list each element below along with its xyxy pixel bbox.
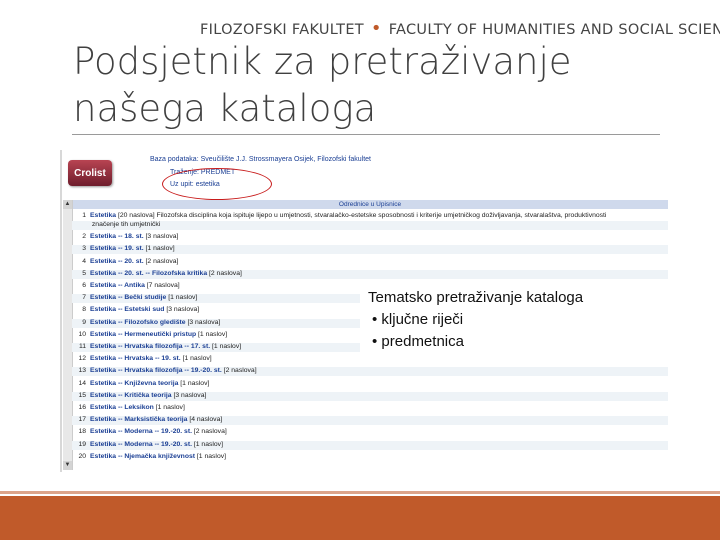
list-item: 3 Estetika -- 19. st. [1 naslov] (72, 245, 668, 255)
list-item-number: 20 (78, 452, 86, 460)
page-title-line-1: Podsjetnik za pretraživanje (73, 40, 572, 83)
list-item-detail: [3 naslova] (145, 233, 179, 241)
list-item-number: 7 (82, 294, 86, 302)
list-item-detail: [2 naslova] (223, 367, 257, 375)
list-item-link[interactable]: Estetika -- Hermeneutički pristup (90, 331, 196, 338)
list-item-link[interactable]: Estetika -- Njemačka književnost (90, 453, 195, 460)
list-item: 20 Estetika -- Njemačka književnost [1 na… (72, 453, 668, 462)
list-item-detail: [3 naslova] (173, 391, 207, 399)
list-item-detail: [7 naslova] (146, 282, 180, 289)
list-item-number: 6 (82, 282, 86, 289)
list-item-link[interactable]: Estetika -- 20. st. (90, 258, 144, 265)
scroll-down-icon[interactable]: ▼ (63, 461, 72, 470)
list-item-number: 15 (78, 391, 86, 399)
database-label: Baza podataka: (150, 156, 199, 163)
list-item-detail: [2 naslova] (145, 257, 179, 265)
list-item: 18 Estetika -- Moderna -- 19.-20. st. [2 … (72, 428, 668, 437)
brand-separator: • (370, 18, 382, 39)
list-item-link[interactable]: Estetika -- Kritička teorija (90, 392, 172, 399)
list-item: 1 Estetika [20 naslova] Filozofska discip… (72, 212, 668, 221)
list-item-link[interactable]: Estetika (90, 212, 116, 219)
scroll-up-icon[interactable]: ▲ (63, 200, 72, 209)
list-item-link[interactable]: Estetika -- Bečki studije (90, 294, 166, 301)
database-value[interactable]: Sveučilište J.J. Strossmayera Osijek, Fi… (201, 156, 371, 163)
list-item-number: 14 (78, 379, 86, 387)
list-item-detail: [3 naslova] (187, 318, 221, 326)
list-item-link[interactable]: Estetika -- Leksikon (90, 404, 154, 411)
list-item-link[interactable]: Estetika -- Moderna -- 19.-20. st. (90, 428, 192, 435)
list-item-number: 5 (82, 269, 86, 277)
list-item-detail: [2 naslova] (208, 269, 242, 277)
list-item-number: 19 (78, 440, 86, 448)
list-item-detail: [1 naslov] (182, 355, 212, 363)
list-item: 2 Estetika -- 18. st. [3 naslova] (72, 233, 668, 242)
brand-left: FILOZOFSKI FAKULTET (200, 22, 364, 38)
list-item-number: 16 (78, 404, 86, 411)
list-item-number: 12 (78, 355, 86, 363)
annotation-bullet-subject: • predmetnica (372, 333, 464, 350)
list-item-link[interactable]: Estetika -- Filozofsko gledište (90, 319, 186, 326)
list-item-number: 8 (82, 306, 86, 314)
list-item-number: 1 (82, 212, 86, 219)
list-item-detail: [2 naslova] (193, 428, 227, 436)
list-item-number: 18 (78, 428, 86, 436)
list-item-link[interactable]: Estetika -- Hrvatska filozofija -- 17. s… (90, 343, 210, 350)
list-item-detail: [1 naslov] (198, 330, 228, 338)
list-item: 13 Estetika -- Hrvatska filozofija -- 19.… (72, 367, 668, 377)
list-item-link[interactable]: Estetika -- Marksistička teorija (90, 416, 187, 423)
annotation-bullet-keywords: • ključne riječi (372, 311, 464, 328)
list-item-detail: [1 naslov] (196, 452, 227, 460)
list-item-link[interactable]: Estetika -- 19. st. (90, 245, 144, 252)
list-item-detail: [1 naslov] (212, 343, 242, 350)
list-item-detail: [20 naslova] Filozofska disciplina koja … (117, 212, 607, 219)
annotation-box: Tematsko pretraživanje kataloga • ključn… (360, 283, 670, 361)
list-item-detail: [1 naslov] (180, 379, 210, 387)
list-item-detail: [1 naslov] (145, 245, 175, 253)
footer-accent-line (0, 491, 720, 494)
list-item-number: 17 (78, 416, 86, 424)
list-item-number: 13 (78, 367, 86, 375)
page-title-line-2: našega kataloga (73, 87, 377, 130)
list-item-number: 3 (82, 245, 86, 253)
list-item: 17 Estetika -- Marksistička teorija [4 na… (72, 416, 668, 426)
list-item-detail: [4 naslova] (189, 416, 223, 424)
list-item-link[interactable]: Estetika -- Antika (90, 282, 145, 289)
highlight-circle (162, 168, 272, 200)
list-item: 16 Estetika -- Leksikon [1 naslov] (72, 404, 668, 413)
footer-bar (0, 496, 720, 540)
list-item-number: 11 (78, 343, 86, 350)
database-line: Baza podataka: Sveučilište J.J. Strossma… (150, 156, 371, 163)
list-item-link[interactable]: Estetika -- Hrvatska filozofija -- 19.-2… (90, 367, 222, 374)
list-item-detail: [3 naslova] (166, 306, 200, 314)
list-item: 4 Estetika -- 20. st. [2 naslova] (72, 258, 668, 267)
list-item: 15 Estetika -- Kritička teorija [3 naslov… (72, 391, 668, 401)
list-item-link[interactable]: Estetika -- Hrvatska -- 19. st. (90, 355, 181, 362)
list-item-link[interactable]: Estetika -- 20. st. -- Filozofska kritik… (90, 270, 207, 277)
brand-right: FACULTY OF HUMANITIES AND SOCIAL SCIENCE… (388, 22, 720, 38)
list-item-detail: [1 naslov] (193, 440, 223, 448)
crolist-logo: Crolist (68, 160, 112, 186)
page-title: Podsjetnik za pretraživanje našega katal… (73, 38, 673, 132)
list-item-detail: [1 naslov] (168, 294, 198, 302)
list-item: 19 Estetika -- Moderna -- 19.-20. st. [1 … (72, 440, 668, 450)
results-header: Odrednice u Upisnice (72, 200, 668, 209)
annotation-heading: Tematsko pretraživanje kataloga (368, 289, 584, 306)
list-item: 5 Estetika -- 20. st. -- Filozofska kriti… (72, 269, 668, 279)
list-item-number: 9 (82, 318, 86, 326)
list-item-detail: značenje tih umjetnički (91, 221, 161, 228)
list-item: značenje tih umjetnički (72, 221, 668, 230)
list-item-number: 2 (82, 233, 86, 241)
list-item-link[interactable]: Estetika -- 18. st. (90, 233, 144, 240)
list-item-link[interactable]: Estetika -- Estetski sud (90, 306, 164, 313)
list-item-link[interactable]: Estetika -- Moderna -- 19.-20. st. (90, 441, 192, 448)
list-item: 14 Estetika -- Književna teorija [1 naslo… (72, 380, 668, 389)
list-item-detail: [1 naslov] (155, 404, 185, 411)
header-brand: FILOZOFSKI FAKULTET • FACULTY OF HUMANIT… (200, 18, 720, 39)
list-item-number: 4 (82, 257, 86, 265)
title-divider (72, 134, 660, 135)
list-item-link[interactable]: Estetika -- Književna teorija (90, 380, 178, 387)
list-item-number: 10 (78, 330, 86, 338)
